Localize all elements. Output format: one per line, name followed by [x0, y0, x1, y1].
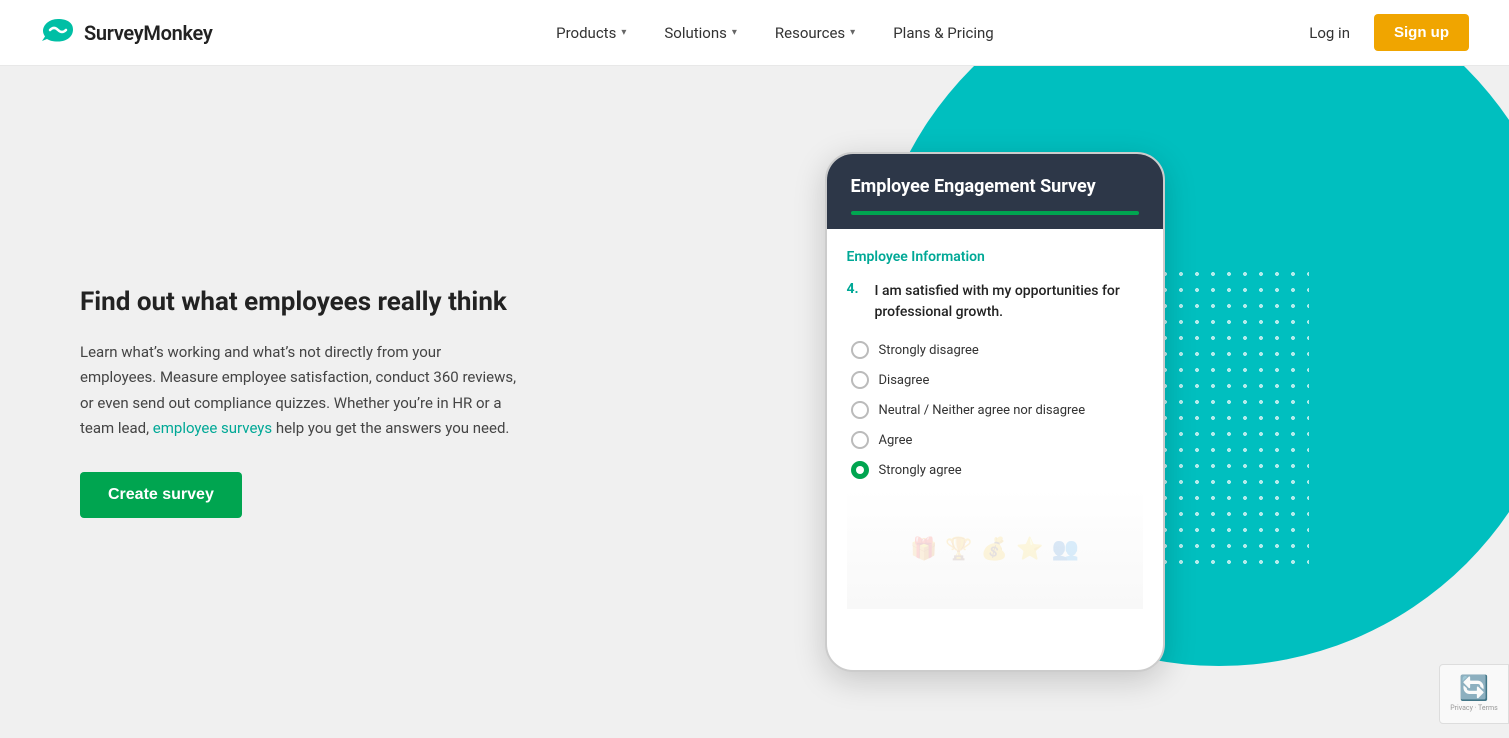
- hero-content: Find out what employees really think Lea…: [80, 286, 560, 518]
- employee-surveys-link[interactable]: employee surveys: [153, 419, 272, 437]
- chevron-down-icon: ▾: [621, 27, 626, 38]
- signup-button[interactable]: Sign up: [1374, 14, 1469, 51]
- surveymonkey-logo-icon: [40, 19, 76, 47]
- chevron-down-icon: ▾: [732, 27, 737, 38]
- phone-section-title: Employee Information: [847, 249, 1143, 265]
- hero-visual: Employee Engagement Survey Employee Info…: [560, 132, 1429, 672]
- illustration-icons: 🎁🏆💰⭐👥: [910, 537, 1079, 562]
- radio-strongly-disagree: [851, 341, 869, 359]
- radio-disagree: [851, 371, 869, 389]
- nav-products[interactable]: Products ▾: [540, 16, 642, 50]
- option-strongly-agree[interactable]: Strongly agree: [851, 461, 1143, 479]
- option-agree[interactable]: Agree: [851, 431, 1143, 449]
- nav-plans-pricing[interactable]: Plans & Pricing: [877, 16, 1009, 50]
- phone-body: Employee Information 4. I am satisfied w…: [827, 229, 1163, 609]
- chevron-down-icon: ▾: [850, 27, 855, 38]
- option-neutral[interactable]: Neutral / Neither agree nor disagree: [851, 401, 1143, 419]
- radio-neutral: [851, 401, 869, 419]
- phone-header: Employee Engagement Survey: [827, 154, 1163, 229]
- phone-question: 4. I am satisfied with my opportunities …: [847, 281, 1143, 323]
- navigation: SurveyMonkey Products ▾ Solutions ▾ Reso…: [0, 0, 1509, 66]
- option-disagree[interactable]: Disagree: [851, 371, 1143, 389]
- hero-section: Find out what employees really think Lea…: [0, 66, 1509, 738]
- create-survey-button[interactable]: Create survey: [80, 472, 242, 518]
- phone-survey-title: Employee Engagement Survey: [851, 176, 1139, 197]
- phone-progress-bar: [851, 211, 1139, 215]
- logo[interactable]: SurveyMonkey: [40, 19, 213, 47]
- hero-description: Learn what’s working and what’s not dire…: [80, 340, 520, 442]
- phone-options: Strongly disagree Disagree Neutral / Nei…: [847, 341, 1143, 479]
- recaptcha-badge: 🔄 Privacy · Terms: [1439, 664, 1509, 724]
- login-button[interactable]: Log in: [1297, 16, 1362, 50]
- phone-mockup: Employee Engagement Survey Employee Info…: [825, 152, 1165, 672]
- nav-links: Products ▾ Solutions ▾ Resources ▾ Plans…: [253, 16, 1298, 50]
- option-strongly-disagree[interactable]: Strongly disagree: [851, 341, 1143, 359]
- logo-text: SurveyMonkey: [84, 21, 213, 45]
- radio-strongly-agree: [851, 461, 869, 479]
- hero-title: Find out what employees really think: [80, 286, 520, 320]
- recaptcha-icon: 🔄: [1459, 674, 1489, 702]
- nav-actions: Log in Sign up: [1297, 14, 1469, 51]
- question-text: I am satisfied with my opportunities for…: [875, 281, 1143, 323]
- recaptcha-text: Privacy · Terms: [1450, 704, 1497, 713]
- phone-illustration: 🎁🏆💰⭐👥: [847, 489, 1143, 609]
- nav-solutions[interactable]: Solutions ▾: [648, 16, 753, 50]
- question-number: 4.: [847, 281, 867, 323]
- radio-agree: [851, 431, 869, 449]
- nav-resources[interactable]: Resources ▾: [759, 16, 871, 50]
